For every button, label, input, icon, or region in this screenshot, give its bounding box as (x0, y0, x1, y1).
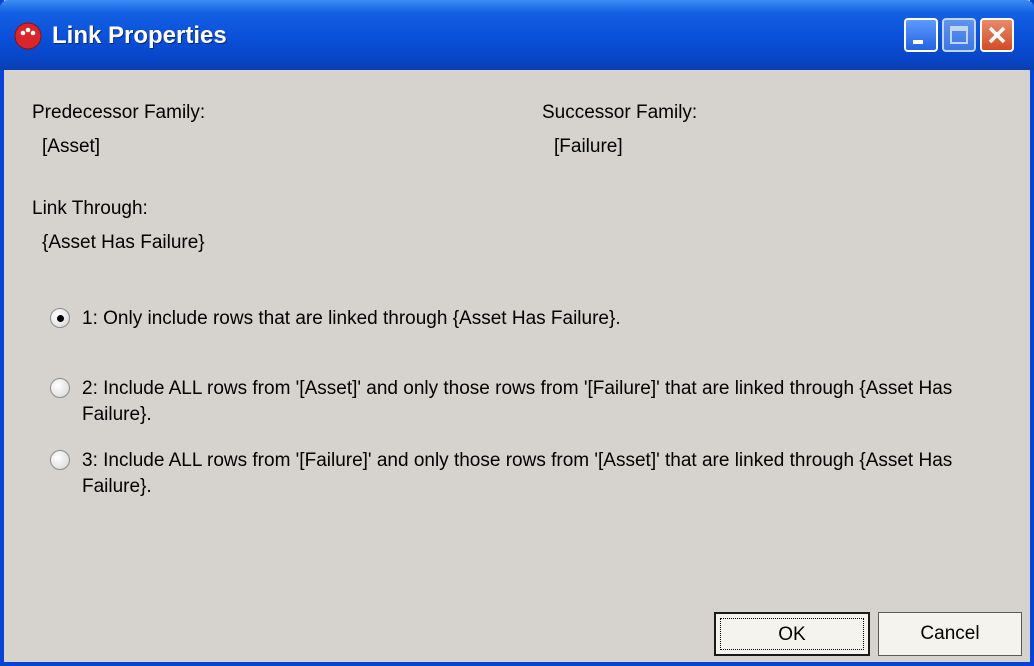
successor-family-label: Successor Family: (542, 102, 698, 123)
red-dots-icon (14, 22, 42, 50)
option-3-label[interactable]: 3: Include ALL rows from '[Failure]' and… (82, 448, 1002, 500)
link-through-value: {Asset Has Failure} (42, 232, 205, 253)
close-icon (988, 26, 1006, 44)
title-bar[interactable]: Link Properties (0, 0, 1034, 70)
radio-selected-dot (57, 315, 64, 322)
close-button[interactable] (980, 18, 1014, 52)
dialog-content: Predecessor Family: [Asset] Successor Fa… (4, 70, 1030, 662)
option-3-radio[interactable] (50, 450, 70, 470)
option-2-radio[interactable] (50, 378, 70, 398)
option-1-label[interactable]: 1: Only include rows that are linked thr… (82, 306, 1002, 332)
predecessor-family-value: [Asset] (42, 136, 101, 157)
link-properties-dialog: Link Properties Predecessor Family: [Ass… (0, 0, 1034, 666)
minimize-button[interactable] (904, 18, 938, 52)
link-through-label: Link Through: (32, 198, 148, 219)
successor-family-value: [Failure] (554, 136, 623, 157)
maximize-button[interactable] (942, 18, 976, 52)
option-2-label[interactable]: 2: Include ALL rows from '[Asset]' and o… (82, 376, 1002, 428)
maximize-icon (950, 26, 968, 44)
option-1-radio[interactable] (50, 308, 70, 328)
minimize-icon (913, 40, 923, 44)
window-title: Link Properties (52, 22, 227, 49)
predecessor-family-label: Predecessor Family: (32, 102, 206, 123)
ok-button[interactable]: OK (714, 612, 870, 656)
cancel-button[interactable]: Cancel (878, 612, 1022, 656)
